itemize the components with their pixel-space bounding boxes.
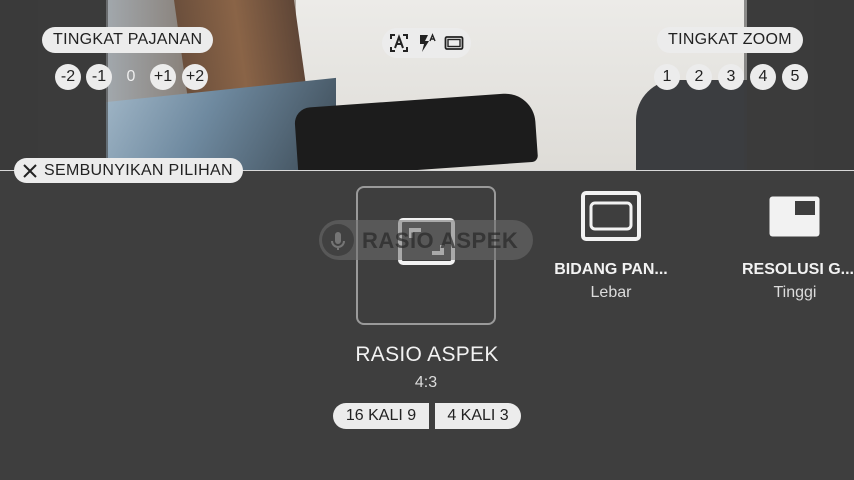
exposure-option[interactable]: +2 bbox=[182, 64, 208, 90]
zoom-title: TINGKAT ZOOM bbox=[657, 27, 803, 53]
aspect-frame-icon[interactable] bbox=[444, 33, 464, 53]
exposure-option[interactable]: +1 bbox=[150, 64, 176, 90]
aspect-option-16-9[interactable]: 16 KALI 9 bbox=[333, 403, 429, 429]
zoom-option[interactable]: 3 bbox=[718, 64, 744, 90]
zoom-option[interactable]: 5 bbox=[782, 64, 808, 90]
wide-frame-icon bbox=[581, 191, 641, 241]
resolution-button[interactable]: RESOLUSI G... Tinggi bbox=[730, 185, 854, 310]
zoom-option[interactable]: 2 bbox=[686, 64, 712, 90]
aspect-option-4-3[interactable]: 4 KALI 3 bbox=[435, 403, 521, 429]
exposure-option[interactable]: -1 bbox=[86, 64, 112, 90]
field-of-view-title: BIDANG PAN... bbox=[554, 261, 668, 278]
voice-hint-label: RASIO ASPEK bbox=[362, 228, 519, 253]
zoom-option[interactable]: 4 bbox=[750, 64, 776, 90]
flash-auto-icon[interactable] bbox=[417, 33, 437, 53]
exposure-title: TINGKAT PAJANAN bbox=[42, 27, 214, 53]
quick-settings-bar bbox=[382, 28, 471, 58]
resolution-icon bbox=[768, 195, 821, 238]
hide-options-button[interactable]: SEMBUNYIKAN PILIHAN bbox=[14, 158, 243, 183]
field-of-view-value: Lebar bbox=[590, 284, 632, 301]
resolution-value: Tinggi bbox=[773, 284, 817, 301]
microphone-icon bbox=[322, 224, 354, 256]
auto-scene-icon[interactable] bbox=[389, 33, 409, 53]
exposure-option-selected[interactable]: 0 bbox=[118, 64, 144, 90]
hide-options-label: SEMBUNYIKAN PILIHAN bbox=[44, 161, 233, 179]
zoom-option[interactable]: 1 bbox=[654, 64, 680, 90]
field-of-view-button[interactable]: BIDANG PAN... Lebar bbox=[545, 185, 677, 310]
exposure-option[interactable]: -2 bbox=[55, 64, 81, 90]
aspect-ratio-value: 4:3 bbox=[414, 374, 438, 391]
resolution-title: RESOLUSI G... bbox=[741, 261, 854, 278]
aspect-ratio-title: RASIO ASPEK bbox=[355, 343, 499, 366]
close-icon bbox=[22, 163, 38, 179]
